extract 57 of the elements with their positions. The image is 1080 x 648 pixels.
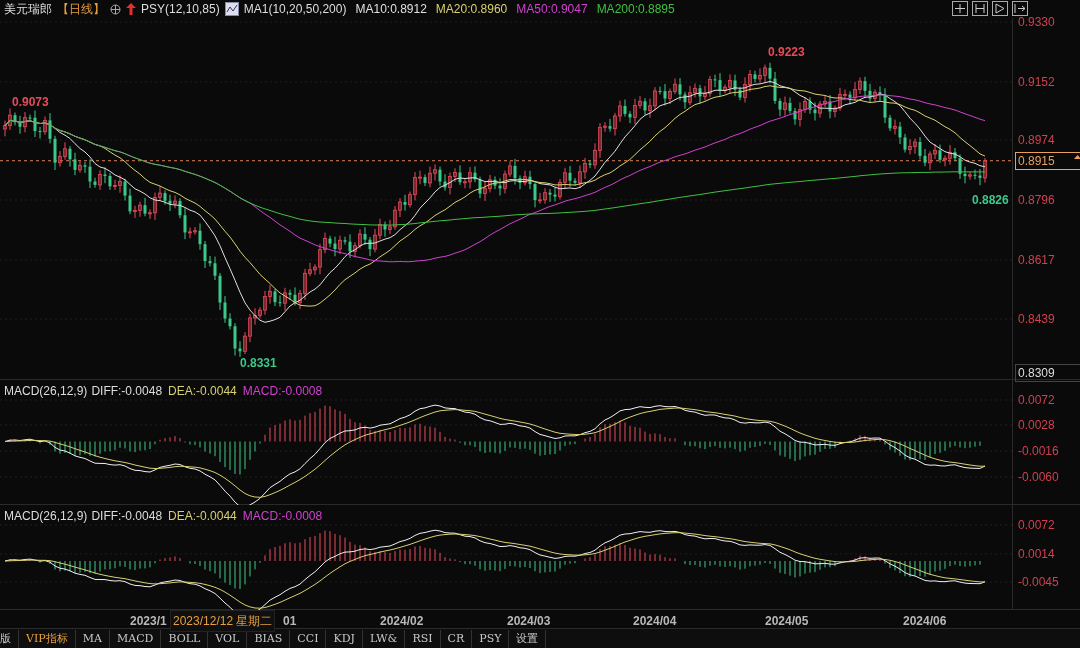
ma-value: MA50:0.9047 <box>516 1 588 18</box>
indicator-tab[interactable]: 版 <box>0 629 19 648</box>
current-price-box: 0.8915 <box>1015 151 1080 170</box>
date-label: 2024/04 <box>633 613 677 630</box>
price-annotation: 0.9073 <box>12 95 49 109</box>
indicator-tab[interactable]: VIP指标 <box>19 629 76 648</box>
ma-value: MA10:0.8912 <box>355 1 427 18</box>
dea-value: DEA:-0.0044 <box>168 383 237 400</box>
axis-value: 0.9330 <box>1018 14 1055 30</box>
diff-value: DIFF:-0.0048 <box>91 383 163 400</box>
date-label: 2024/06 <box>903 613 947 630</box>
axis-value: 0.8796 <box>1018 192 1055 208</box>
symbol-name: 美元瑞郎 <box>4 1 52 18</box>
date-label: 2024/05 <box>765 613 809 630</box>
diff-value: DIFF:-0.0048 <box>91 508 163 525</box>
indicator-tab[interactable]: CCI <box>290 629 327 648</box>
period-label[interactable]: 【日线】 <box>57 0 105 18</box>
macd-value: MACD:-0.0008 <box>242 383 323 400</box>
axis-value: -0.0016 <box>1018 443 1059 459</box>
price-annotation: 0.8331 <box>240 356 277 370</box>
date-label: 2023/1 <box>130 613 167 630</box>
indicator-tab[interactable]: VOL <box>208 629 248 648</box>
indicator-tab[interactable]: RSI <box>405 629 441 648</box>
indicator-tab[interactable]: LW& <box>362 629 406 648</box>
price-annotation: 0.8826 <box>972 193 1009 207</box>
legend-title: MA1(10,20,50,200) <box>243 1 347 18</box>
indicator-tab[interactable]: CR <box>440 629 473 648</box>
indicator-tab[interactable]: MACD <box>109 629 162 648</box>
ma-value: MA200:0.8895 <box>596 1 675 18</box>
indicator-tab[interactable]: PSY <box>472 629 510 648</box>
axis-value: 0.0072 <box>1018 392 1055 408</box>
date-label: 2024/02 <box>380 613 424 630</box>
date-label: 01 <box>283 613 297 630</box>
axis-value: -0.0060 <box>1018 469 1059 485</box>
macd-value: MACD:-0.0008 <box>242 508 323 525</box>
price-annotation: 0.9223 <box>768 45 805 59</box>
axis-value: 0.8617 <box>1018 252 1055 268</box>
indicator-label: PSY(12,10,85) <box>141 1 220 18</box>
axis-value: 0.0028 <box>1018 417 1055 433</box>
axis-value: 0.0014 <box>1018 546 1055 562</box>
date-tooltip: 2023/12/12 星期二 <box>170 610 276 632</box>
axis-value: 0.8439 <box>1018 311 1055 327</box>
axis-value: 0.0072 <box>1018 517 1055 533</box>
indicator-title: MACD(26,12,9) <box>4 383 88 400</box>
indicator-tab[interactable]: BIAS <box>247 629 291 648</box>
indicator-tab[interactable]: 设置 <box>509 629 547 648</box>
date-label: 2024/03 <box>507 613 551 630</box>
indicator-title: MACD(26,12,9) <box>4 508 88 525</box>
indicator-tab[interactable]: MA <box>75 629 110 648</box>
ma-value: MA20:0.8960 <box>435 1 508 18</box>
indicator-tab[interactable]: BOLL <box>161 629 209 648</box>
indicator-tab[interactable]: KDJ <box>326 629 363 648</box>
axis-value: 0.8974 <box>1018 132 1055 148</box>
axis-value: 0.9152 <box>1018 74 1055 90</box>
axis-value-box: 0.8309 <box>1015 364 1080 382</box>
axis-value: -0.0045 <box>1018 574 1059 590</box>
dea-value: DEA:-0.0044 <box>168 508 237 525</box>
